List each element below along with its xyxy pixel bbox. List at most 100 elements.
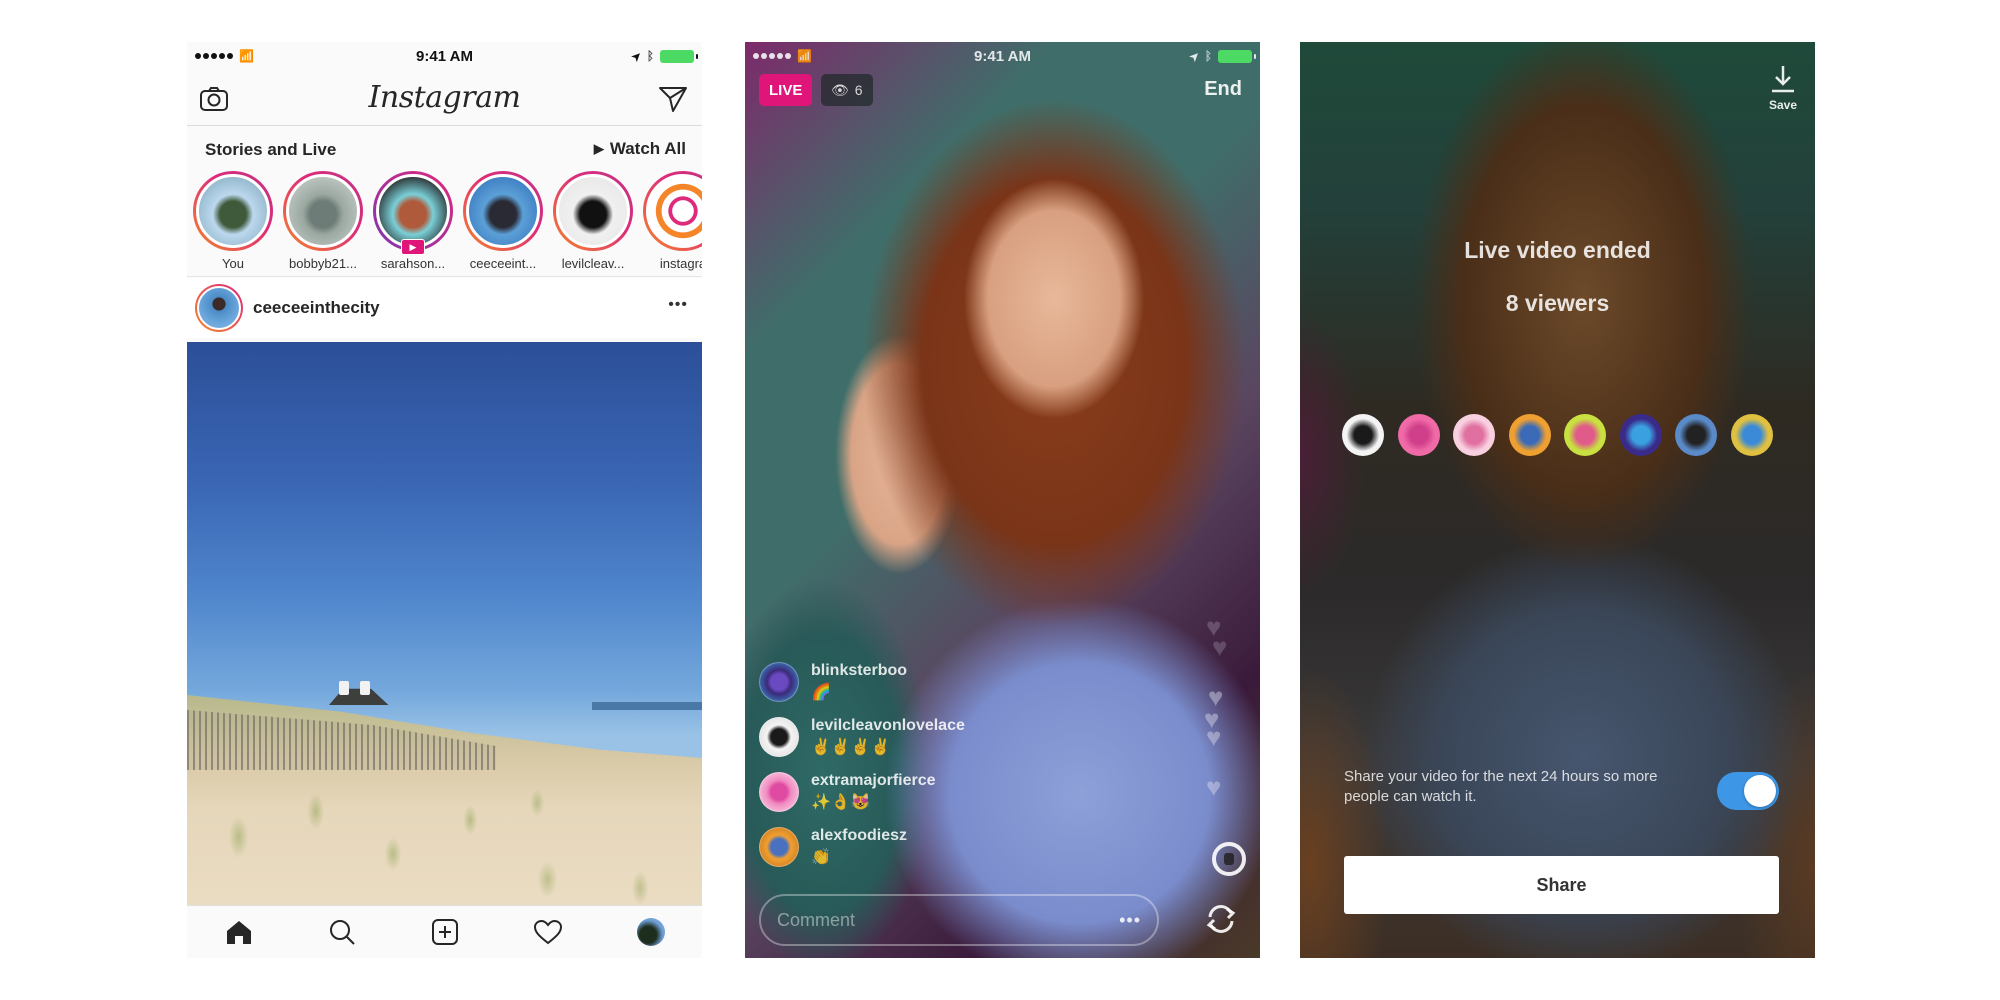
story-ring — [553, 171, 633, 251]
tab-new-post[interactable] — [423, 910, 467, 954]
story-ring — [193, 171, 273, 251]
live-indicator-icon: ▶ — [401, 239, 425, 255]
live-ended-screen: Save Live video ended 8 viewers Share yo… — [1300, 42, 1815, 958]
post-avatar[interactable] — [195, 284, 243, 332]
tab-profile[interactable] — [629, 910, 673, 954]
story-label: levilcleav... — [561, 256, 625, 271]
comment-username: blinksterboo — [811, 662, 908, 679]
photo-tower — [360, 681, 370, 695]
post-header: ceeceeinthecity ••• — [187, 278, 702, 338]
capture-button[interactable] — [1212, 842, 1246, 876]
story-item[interactable]: You — [193, 171, 273, 271]
viewer-avatar[interactable] — [1453, 414, 1496, 456]
heart-icon — [533, 919, 562, 945]
viewer-avatar[interactable] — [1675, 414, 1718, 456]
viewer-total: 8 viewers — [1505, 290, 1610, 316]
feed-screen: 📶 9:41 AM ➤ ᛒ Instagram Stories and Live… — [187, 42, 702, 958]
post-username[interactable]: ceeceeinthecity — [253, 298, 380, 318]
comment-item[interactable]: blinksterboo 🌈 — [759, 662, 1059, 709]
home-icon — [226, 921, 251, 944]
location-icon: ➤ — [629, 48, 645, 64]
comment-item[interactable]: extramajorfierce ✨👌😻 — [759, 772, 1059, 819]
viewer-avatar[interactable] — [1564, 414, 1607, 456]
story-avatar — [286, 174, 360, 248]
story-item[interactable]: instagra — [643, 171, 702, 271]
viewer-avatar[interactable] — [1730, 414, 1773, 456]
status-time: 9:41 AM — [974, 47, 1031, 65]
comment-item[interactable]: levilcleavonlovelace ✌️✌️✌️✌️ — [759, 717, 1059, 764]
share-button[interactable]: Share — [1344, 856, 1779, 914]
viewer-count-badge[interactable]: 👁 6 — [821, 74, 873, 106]
story-label: instagra — [659, 256, 702, 271]
viewer-avatar[interactable] — [1619, 414, 1662, 456]
heart-icon: ♥ — [1206, 772, 1222, 802]
live-ended-title: Live video ended — [1464, 237, 1651, 263]
signal-icon: 📶 — [195, 49, 254, 63]
search-icon — [329, 920, 355, 945]
comment-text: ✌️✌️✌️✌️ — [811, 739, 891, 756]
toggle-knob — [1744, 775, 1776, 807]
story-item[interactable]: ceeceeint... — [463, 171, 543, 271]
status-bar: 📶 9:41 AM ➤ ᛒ — [187, 42, 702, 70]
live-comments: blinksterboo 🌈 levilcleavonlovelace ✌️✌️… — [759, 662, 1059, 882]
stories-title: Stories and Live — [205, 140, 337, 159]
comment-options-button[interactable]: ••• — [1119, 910, 1141, 931]
camera-icon — [200, 87, 228, 111]
comment-text: ✨👌😻 — [811, 794, 871, 811]
tab-home[interactable] — [217, 910, 261, 954]
viewer-count: 6 — [854, 82, 863, 98]
viewer-avatar[interactable] — [1508, 414, 1551, 456]
story-item[interactable]: bobbyb21... — [283, 171, 363, 271]
story-ring — [463, 171, 543, 251]
story-avatar — [196, 174, 270, 248]
watch-all-label: Watch All — [609, 139, 686, 158]
viewer-avatar[interactable] — [1342, 414, 1384, 456]
story-ring — [283, 171, 363, 251]
download-icon — [1771, 66, 1794, 93]
bluetooth-icon: ᛒ — [1204, 49, 1212, 63]
post-photo[interactable] — [187, 342, 702, 905]
comment-input[interactable] — [777, 909, 1120, 931]
post-more-button[interactable]: ••• — [668, 296, 688, 314]
flip-camera-button[interactable] — [1200, 898, 1242, 940]
tab-bar — [187, 905, 702, 958]
signal-icon: 📶 — [753, 49, 812, 63]
end-live-button[interactable]: End — [1204, 78, 1242, 101]
battery-icon — [660, 49, 698, 63]
comment-username: alexfoodiesz — [811, 827, 908, 844]
heart-icon: ♥ — [1212, 632, 1228, 662]
story-label: sarahson... — [380, 256, 446, 271]
comment-item[interactable]: alexfoodiesz 👏 — [759, 827, 1059, 874]
save-button[interactable]: Save — [1769, 64, 1797, 112]
profile-avatar — [636, 918, 665, 946]
comment-avatar — [759, 717, 799, 757]
stories-bar: Stories and Live ▶ Watch All You bobbyb2… — [187, 127, 702, 277]
comment-avatar — [759, 772, 799, 812]
tab-search[interactable] — [320, 910, 364, 954]
plus-square-icon — [431, 919, 458, 945]
live-top-bar: LIVE 👁 6 End — [745, 70, 1260, 114]
tab-activity[interactable] — [526, 910, 570, 954]
story-item[interactable]: ▶ sarahson... — [373, 171, 453, 271]
photo-tower — [339, 681, 349, 695]
bluetooth-icon: ᛒ — [646, 49, 654, 63]
share-description: Share your video for the next 24 hours s… — [1344, 768, 1658, 805]
photo-sea — [592, 702, 702, 710]
heart-icon: ♥ — [1206, 722, 1222, 752]
photo-house — [329, 688, 389, 705]
story-ring — [643, 171, 702, 251]
direct-message-button[interactable] — [656, 82, 690, 116]
comment-text: 👏 — [811, 849, 831, 866]
save-label: Save — [1768, 98, 1797, 112]
live-broadcast-screen: 📶 9:41 AM ➤ ᛒ LIVE 👁 6 End blinksterboo … — [745, 42, 1260, 958]
watch-all-button[interactable]: ▶ Watch All — [594, 139, 686, 159]
blurred-background — [1300, 42, 1815, 958]
share-toggle[interactable] — [1717, 772, 1779, 810]
story-avatar — [556, 174, 630, 248]
camera-button[interactable] — [197, 82, 231, 116]
story-list: You bobbyb21... ▶ sarahson... ceeceeint..… — [193, 171, 702, 271]
viewer-avatar[interactable] — [1397, 414, 1440, 456]
comment-username: extramajorfierce — [811, 772, 936, 789]
story-label: bobbyb21... — [289, 256, 357, 271]
story-item[interactable]: levilcleav... — [553, 171, 633, 271]
